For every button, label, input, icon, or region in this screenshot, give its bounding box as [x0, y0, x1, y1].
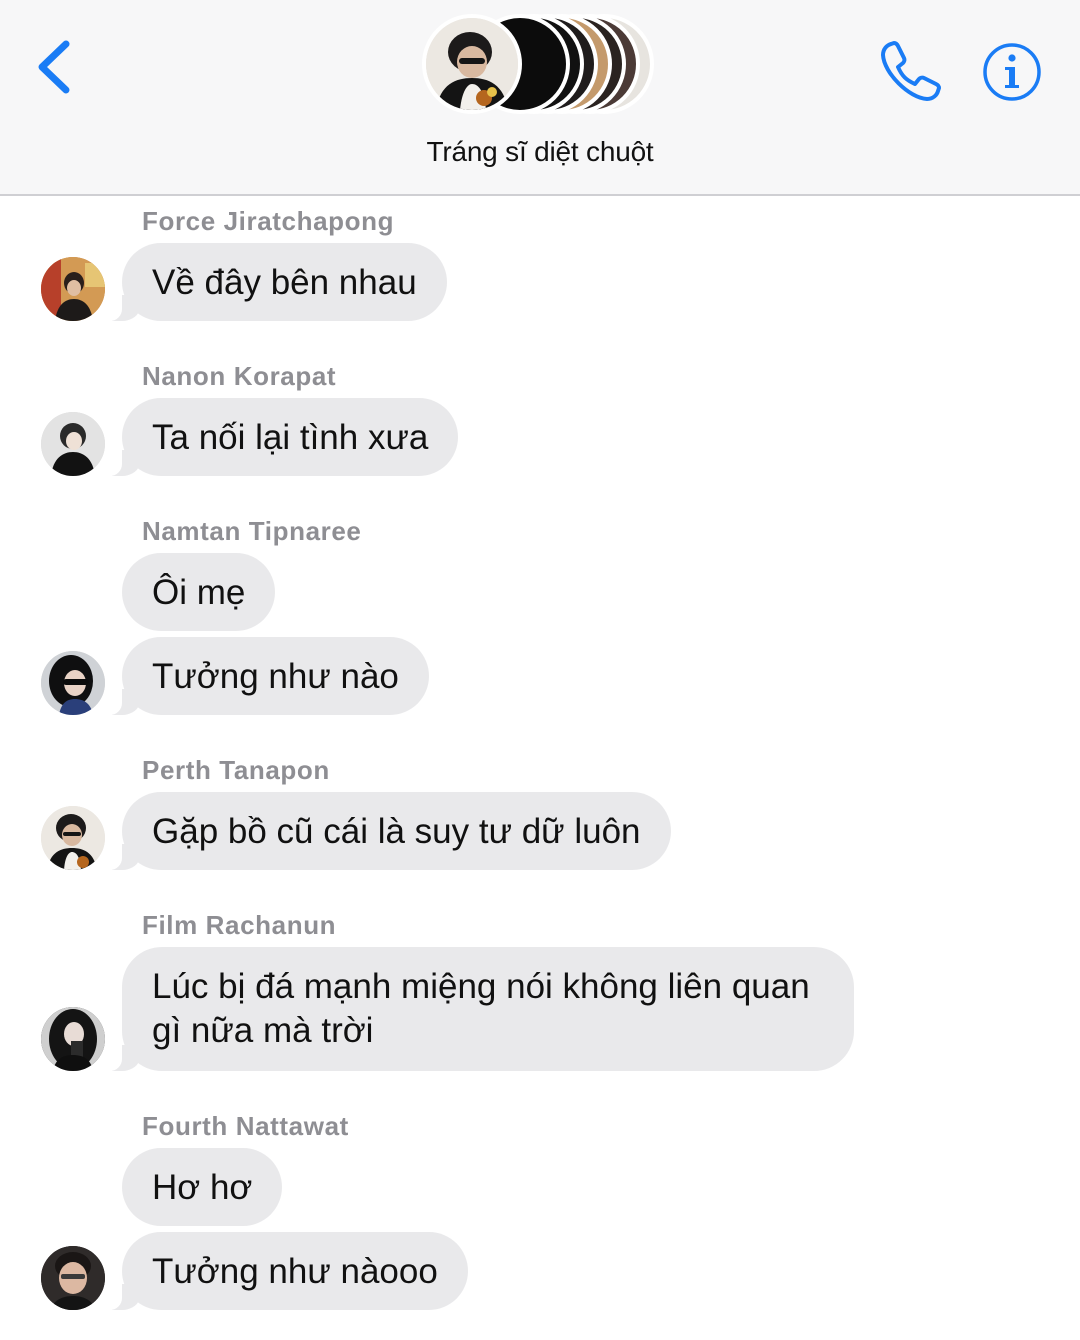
sender-name: Fourth Nattawat — [142, 1111, 349, 1141]
sender-avatar[interactable] — [41, 1007, 105, 1071]
audio-call-button[interactable] — [878, 38, 944, 104]
message-text: Tưởng như nào — [152, 657, 399, 696]
phone-icon — [881, 41, 941, 101]
info-circle-icon — [983, 43, 1041, 101]
message-text: Tưởng như nàooo — [152, 1252, 438, 1291]
back-button[interactable] — [30, 34, 82, 100]
message-bubble[interactable]: Ôi mẹ — [122, 553, 276, 631]
person-photo-icon — [41, 1246, 105, 1310]
sender-name: Nanon Korapat — [142, 361, 337, 391]
message-bubble[interactable]: Lúc bị đá mạnh miệng nói không liên quan… — [100, 947, 854, 1071]
message-bubble[interactable]: Tưởng như nàooo — [100, 1232, 468, 1310]
sender-name: Namtan Tipnaree — [142, 516, 362, 546]
group-main-avatar — [422, 14, 522, 114]
person-photo-icon — [41, 651, 105, 715]
sender-avatar[interactable] — [41, 651, 105, 715]
message-text: Gặp bồ cũ cái là suy tư dữ luôn — [152, 812, 641, 851]
sender-name: Perth Tanapon — [142, 755, 330, 785]
message-text: Ta nối lại tình xưa — [152, 418, 429, 457]
messenger-chat-screen: Tráng sĩ diệt chuột Force Jiratchapong V… — [0, 0, 1080, 1340]
person-photo-icon — [41, 1007, 105, 1071]
message-bubble[interactable]: Hơ hơ — [122, 1148, 283, 1226]
sender-name: Film Rachanun — [142, 910, 337, 940]
person-photo-icon — [41, 806, 105, 870]
sender-avatar[interactable] — [41, 257, 105, 321]
chevron-left-icon — [38, 40, 70, 94]
person-photo-icon — [41, 257, 105, 321]
person-photo-icon — [426, 18, 518, 110]
message-text: Lúc bị đá mạnh miệng nói không liên quan… — [152, 967, 810, 1050]
message-text: Hơ hơ — [152, 1168, 253, 1207]
message-bubble[interactable]: Tưởng như nào — [100, 637, 429, 715]
person-photo-icon — [41, 412, 105, 476]
message-bubble[interactable]: Ta nối lại tình xưa — [99, 398, 459, 476]
sender-avatar[interactable] — [41, 1246, 105, 1310]
message-text: Ôi mẹ — [152, 573, 246, 612]
message-bubble[interactable]: Gặp bồ cũ cái là suy tư dữ luôn — [100, 792, 671, 870]
sender-name: Force Jiratchapong — [142, 206, 395, 236]
message-text: Về đây bên nhau — [152, 263, 417, 302]
group-avatar-stack[interactable] — [418, 8, 668, 120]
chat-header: Tráng sĩ diệt chuột — [0, 0, 1080, 196]
group-title[interactable]: Tráng sĩ diệt chuột — [0, 136, 1080, 168]
sender-avatar[interactable] — [41, 412, 105, 476]
sender-avatar[interactable] — [41, 806, 105, 870]
message-bubble[interactable]: Về đây bên nhau — [100, 243, 447, 321]
info-button[interactable] — [980, 40, 1044, 104]
